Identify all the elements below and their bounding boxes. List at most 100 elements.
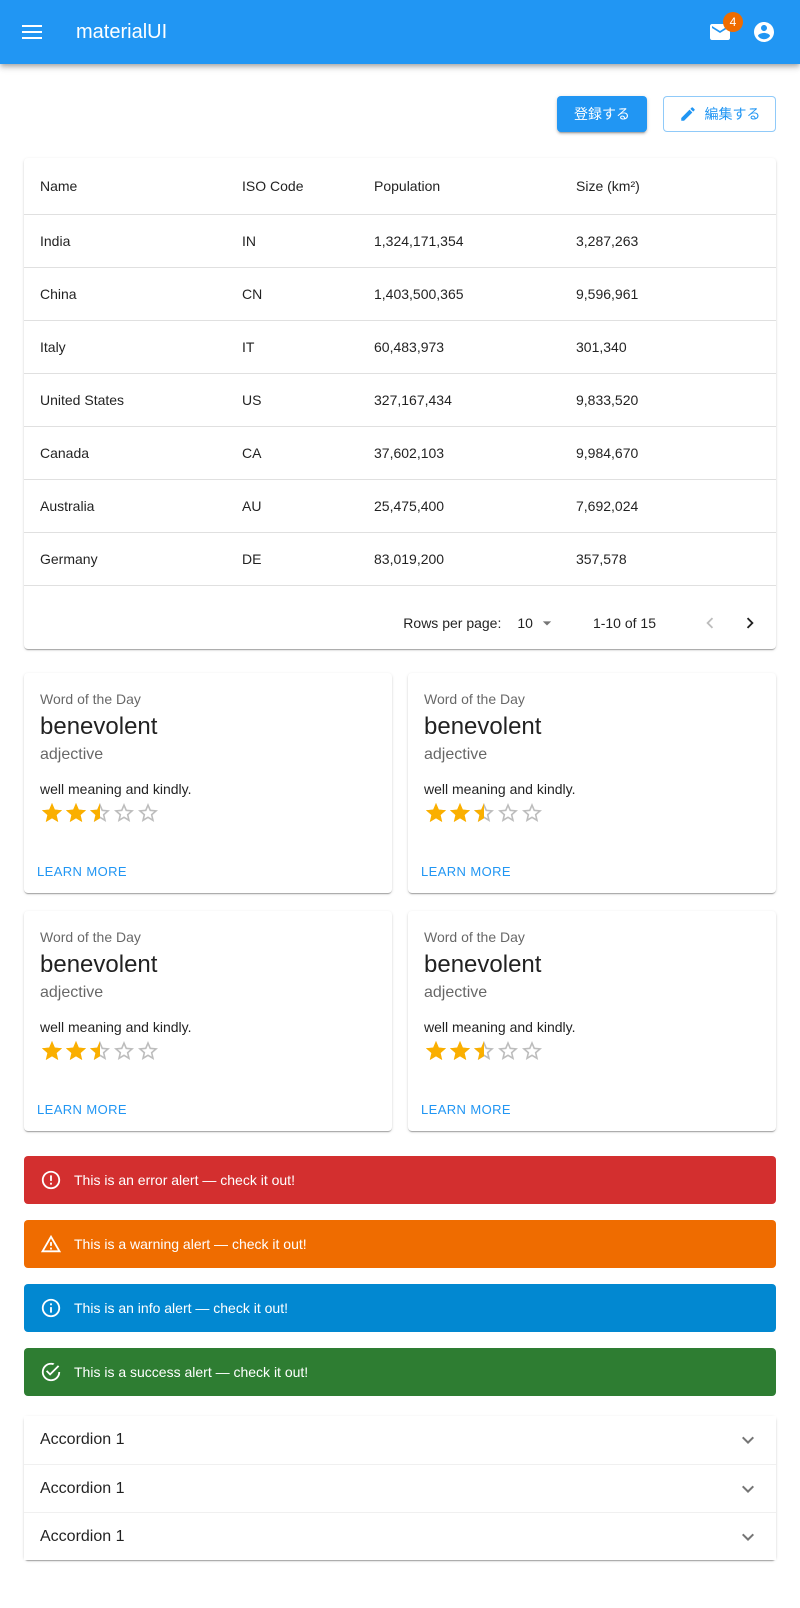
menu-icon[interactable] [20,20,44,44]
accordion-group: Accordion 1 Accordion 1 Accordion 1 [24,1416,776,1560]
learn-more-button[interactable]: LEARN MORE [32,858,132,885]
expand-more-icon [742,1485,754,1493]
table-pagination: Rows per page: 10 1-10 of 15 [24,597,776,649]
star-half-icon [90,1041,110,1060]
table-row: China CN 1,403,500,365 9,596,961 [24,267,776,321]
card-description: well meaning and kindly. [424,781,576,797]
edit-button[interactable]: 編集する [663,96,776,132]
cell-iso: CA [226,426,358,480]
cell-population: 25,475,400 [358,479,560,533]
star-filled-icon [450,1041,470,1060]
card-description: well meaning and kindly. [40,1019,192,1035]
account-button[interactable] [752,20,776,44]
mail-badge: 4 [723,12,743,32]
star-filled-icon [426,803,446,822]
error-outline-icon [40,1169,62,1191]
table-row: Australia AU 25,475,400 7,692,024 [24,479,776,533]
warning-alert: This is a warning alert — check it out! [24,1220,776,1268]
rating[interactable] [424,801,760,825]
register-button[interactable]: 登録する [557,96,647,132]
star-empty-icon [138,803,158,822]
chevron-left-icon [706,617,714,629]
accordion-title: Accordion 1 [40,1431,125,1448]
cell-name: United States [24,373,226,427]
cell-iso: CN [226,267,358,321]
cell-name: Canada [24,426,226,480]
column-header-population: Population [358,158,560,215]
cell-size: 9,596,961 [560,267,776,321]
cell-population: 83,019,200 [358,532,560,586]
cell-iso: IN [226,214,358,268]
accordion-title: Accordion 1 [40,1479,125,1497]
app-bar: materialUI 4 [0,0,800,64]
cell-population: 60,483,973 [358,320,560,374]
edit-button-label: 編集する [704,106,761,122]
cell-iso: IT [226,320,358,374]
card-overline: Word of the Day [40,929,141,945]
star-filled-icon [450,803,470,822]
accordion-summary[interactable]: Accordion 1 [24,1512,776,1560]
card-part-of-speech: adjective [424,746,488,763]
cell-size: 357,578 [560,532,776,586]
cell-size: 7,692,024 [560,479,776,533]
pagination-range: 1-10 of 15 [592,615,656,631]
cell-population: 37,602,103 [358,426,560,480]
app-title: materialUI [76,21,168,43]
rating[interactable] [40,1039,376,1063]
learn-more-button[interactable]: LEARN MORE [416,858,516,885]
pencil-icon [680,107,695,121]
card-word: benevolent [424,951,542,978]
table-row: United States US 327,167,434 9,833,520 [24,373,776,427]
warning-alert-text: This is a warning alert — check it out! [74,1236,307,1252]
table-row: Germany DE 83,019,200 357,578 [24,532,776,586]
rows-per-page-select[interactable]: 10 [517,613,557,633]
accordion-summary[interactable]: Accordion 1 [24,1464,776,1512]
success-alert: This is a success alert — check it out! [24,1348,776,1396]
expand-more-icon [742,1533,754,1541]
cell-size: 301,340 [560,320,776,374]
cell-iso: DE [226,532,358,586]
star-empty-icon [522,803,542,822]
star-empty-icon [114,803,134,822]
star-empty-icon [138,1041,158,1060]
star-empty-icon [498,803,518,822]
accordion-summary[interactable]: Accordion 1 [24,1416,776,1464]
card-part-of-speech: adjective [424,984,488,1001]
star-half-icon [90,803,110,822]
table-row: India IN 1,324,171,354 3,287,263 [24,214,776,268]
next-page-button[interactable] [736,609,764,637]
cell-name: Australia [24,479,226,533]
error-alert: This is an error alert — check it out! [24,1156,776,1204]
card-part-of-speech: adjective [40,746,104,763]
dropdown-arrow-icon [542,621,552,626]
warning-icon [40,1233,62,1255]
info-alert-text: This is an info alert — check it out! [74,1300,288,1316]
word-card: Word of the Day benevolent adjective wel… [24,673,392,893]
star-half-icon [474,803,494,822]
cell-name: Germany [24,532,226,586]
previous-page-button[interactable] [696,609,724,637]
mail-button[interactable]: 4 [708,12,743,44]
expand-more-icon [742,1436,754,1444]
rating[interactable] [40,801,376,825]
card-description: well meaning and kindly. [40,781,192,797]
learn-more-button[interactable]: LEARN MORE [32,1096,132,1123]
countries-table: Name ISO Code Population Size (km²) Indi… [24,158,776,649]
rows-per-page-value: 10 [517,615,533,631]
card-word: benevolent [424,713,542,740]
cell-name: Italy [24,320,226,374]
learn-more-button[interactable]: LEARN MORE [416,1096,516,1123]
table-header-row: Name ISO Code Population Size (km²) [24,158,776,215]
card-overline: Word of the Day [40,691,141,707]
table-row: Canada CA 37,602,103 9,984,670 [24,426,776,480]
card-overline: Word of the Day [424,691,525,707]
rating[interactable] [424,1039,760,1063]
card-word: benevolent [40,713,158,740]
card-description: well meaning and kindly. [424,1019,576,1035]
card-part-of-speech: adjective [40,984,104,1001]
cell-name: India [24,214,226,268]
word-card: Word of the Day benevolent adjective wel… [24,911,392,1131]
star-empty-icon [522,1041,542,1060]
check-circle-outline-icon [40,1361,62,1383]
word-card: Word of the Day benevolent adjective wel… [408,911,776,1131]
